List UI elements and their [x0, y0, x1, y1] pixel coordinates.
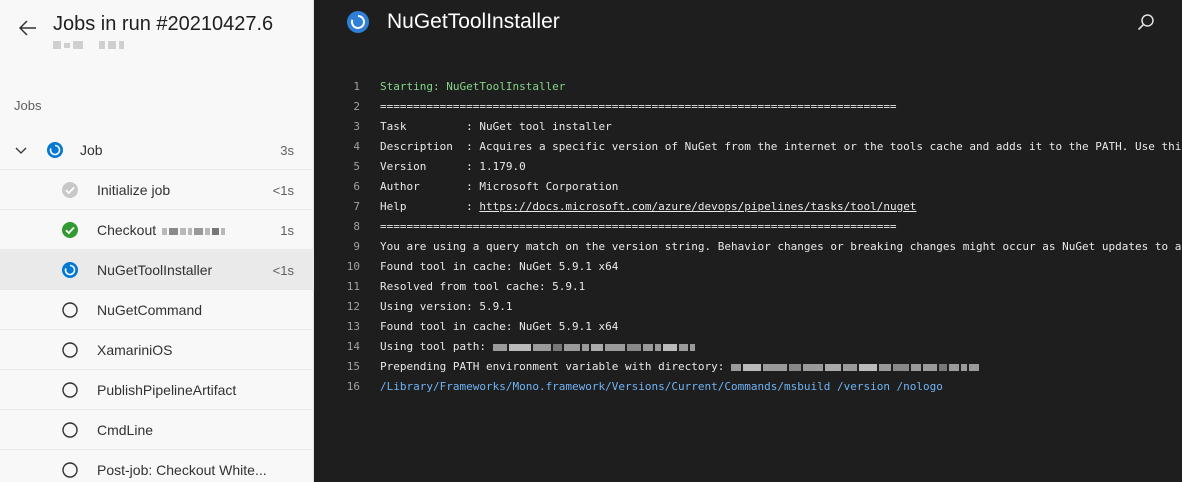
line-number: 14	[346, 340, 360, 353]
log-line: 5 Version : 1.179.0	[315, 157, 1182, 177]
jobs-panel: Jobs in run #20210427.6 Jobs Job 3s Init…	[0, 0, 314, 482]
log-line: 6 Author : Microsoft Corporation	[315, 177, 1182, 197]
line-number: 8	[353, 220, 360, 233]
step-name: PublishPipelineArtifact	[97, 382, 237, 398]
line-text: Using tool path:	[380, 337, 695, 357]
log-line: 16/Library/Frameworks/Mono.framework/Ver…	[315, 377, 1182, 397]
line-number: 5	[353, 160, 360, 173]
log-line: 9 You are using a query match on the vers…	[315, 237, 1182, 257]
step-row-cmdline[interactable]: CmdLine	[0, 410, 314, 450]
log-line: 13 Found tool in cache: NuGet 5.9.1 x64	[315, 317, 1182, 337]
line-text: Description : Acquires a specific versio…	[380, 140, 1182, 153]
log-line: 4 Description : Acquires a specific versi…	[315, 137, 1182, 157]
running-status-icon	[47, 142, 63, 158]
line-text: Help : https://docs.microsoft.com/azure/…	[380, 200, 917, 213]
line-number: 11	[346, 280, 360, 293]
log-line: 12 Using version: 5.9.1	[315, 297, 1182, 317]
line-number: 4	[353, 140, 360, 153]
run-subtitle-redacted	[53, 41, 124, 49]
back-button[interactable]	[14, 14, 42, 42]
line-text: Version : 1.179.0	[380, 160, 526, 173]
log-line: 8 =======================================…	[315, 217, 1182, 237]
line-text: ========================================…	[380, 220, 897, 233]
log-panel: NuGetToolInstaller 1 Starting: NuGetToolI…	[315, 0, 1182, 482]
help-link[interactable]: https://docs.microsoft.com/azure/devops/…	[479, 200, 916, 213]
job-name: Job	[80, 142, 103, 158]
line-number: 16	[346, 380, 360, 393]
pending-status-icon	[62, 302, 78, 318]
line-text: Using version: 5.9.1	[380, 300, 513, 313]
line-text: Prepending PATH environment variable wit…	[380, 357, 979, 377]
step-name: Initialize job	[97, 182, 171, 198]
log-line: 14 Using tool path:	[315, 337, 1182, 357]
redacted-repo-name	[162, 227, 226, 235]
step-row-checkout[interactable]: Checkout 1s	[0, 210, 314, 250]
skipped-status-icon	[62, 182, 78, 198]
jobs-list: Job 3s Initialize job <1s Checkout 1s Nu…	[0, 130, 314, 482]
running-status-icon	[347, 11, 369, 33]
step-name: Post-job: Checkout White...	[97, 462, 267, 478]
success-status-icon	[62, 222, 78, 238]
log-output: 1 Starting: NuGetToolInstaller 2 =========…	[315, 77, 1182, 397]
step-name: NuGetCommand	[97, 302, 203, 318]
step-row-nugettoolinstaller[interactable]: NuGetToolInstaller <1s	[0, 250, 314, 290]
step-name: CmdLine	[97, 422, 154, 438]
line-text: Found tool in cache: NuGet 5.9.1 x64	[380, 260, 619, 273]
line-text: Starting: NuGetToolInstaller	[380, 80, 566, 93]
search-icon	[1137, 14, 1154, 31]
step-name: XamariniOS	[97, 342, 173, 358]
pending-status-icon	[62, 462, 78, 478]
step-duration: <1s	[272, 263, 294, 278]
log-line: 1 Starting: NuGetToolInstaller	[315, 77, 1182, 97]
step-name: NuGetToolInstaller	[97, 262, 213, 278]
line-number: 1	[353, 80, 360, 93]
line-number: 15	[346, 360, 360, 373]
pending-status-icon	[62, 382, 78, 398]
line-text: Found tool in cache: NuGet 5.9.1 x64	[380, 320, 619, 333]
log-line: 7 Help : https://docs.microsoft.com/azure…	[315, 197, 1182, 217]
step-row-publishpipelineartifact[interactable]: PublishPipelineArtifact	[0, 370, 314, 410]
line-text: Task : NuGet tool installer	[380, 120, 612, 133]
page-title: Jobs in run #20210427.6	[53, 13, 274, 35]
job-row[interactable]: Job 3s	[0, 130, 314, 170]
step-duration: 1s	[280, 223, 294, 238]
step-duration: <1s	[272, 183, 294, 198]
log-line: 10 Found tool in cache: NuGet 5.9.1 x64	[315, 257, 1182, 277]
line-text: Resolved from tool cache: 5.9.1	[380, 280, 586, 293]
line-number: 3	[353, 120, 360, 133]
step-row-nugetcommand[interactable]: NuGetCommand	[0, 290, 314, 330]
pending-status-icon	[62, 342, 78, 358]
line-text: /Library/Frameworks/Mono.framework/Versi…	[380, 380, 943, 393]
jobs-section-label: Jobs	[14, 98, 42, 113]
chevron-down-icon[interactable]	[13, 142, 29, 158]
arrow-left-icon	[19, 20, 36, 36]
job-duration: 3s	[280, 143, 294, 158]
redacted-directory	[731, 363, 979, 371]
step-name: Checkout	[97, 222, 226, 238]
line-number: 10	[346, 260, 360, 273]
log-title: NuGetToolInstaller	[387, 10, 560, 33]
line-number: 6	[353, 180, 360, 193]
line-number: 2	[353, 100, 360, 113]
line-number: 7	[353, 200, 360, 213]
step-row-initialize-job[interactable]: Initialize job <1s	[0, 170, 314, 210]
step-row-xamarinios[interactable]: XamariniOS	[0, 330, 314, 370]
search-button[interactable]	[1136, 13, 1156, 33]
step-row-post-job-checkout[interactable]: Post-job: Checkout White...	[0, 450, 314, 482]
running-status-icon	[62, 262, 78, 278]
line-number: 13	[346, 320, 360, 333]
pending-status-icon	[62, 422, 78, 438]
log-line: 15 Prepending PATH environment variable w…	[315, 357, 1182, 377]
log-line: 3 Task : NuGet tool installer	[315, 117, 1182, 137]
log-line: 11 Resolved from tool cache: 5.9.1	[315, 277, 1182, 297]
redacted-path	[492, 343, 695, 351]
line-number: 9	[353, 240, 360, 253]
line-text: ========================================…	[380, 100, 897, 113]
line-number: 12	[346, 300, 360, 313]
line-text: You are using a query match on the versi…	[380, 240, 1182, 253]
log-line: 2 =======================================…	[315, 97, 1182, 117]
line-text: Author : Microsoft Corporation	[380, 180, 619, 193]
